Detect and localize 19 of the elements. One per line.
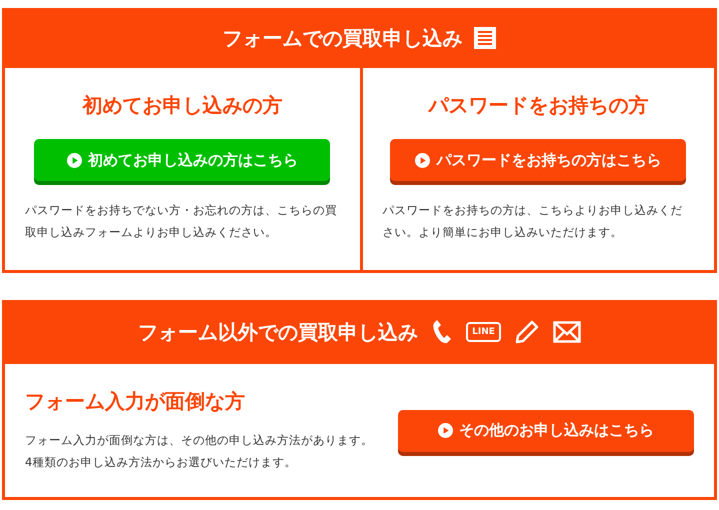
apply-button[interactable]: その他のお申し込みはこちら <box>398 410 694 452</box>
card-heading: 初めてお申し込みの方 <box>82 92 282 119</box>
card-description: パスワードをお持ちでない方・お忘れの方は、こちらの買取申し込みフォームよりお申し込みください。 <box>25 202 338 241</box>
section-title: フォーム以外での買取申し込み <box>138 318 418 346</box>
document-icon <box>472 26 496 50</box>
card-description: フォーム入力が面倒な方は、その他の申し込み方法があります。 4種類のお申し込み方法からお選びいただけます。 <box>25 432 373 471</box>
envelope-icon <box>552 321 581 343</box>
pencil-icon <box>514 320 539 344</box>
card-description: パスワードをお持ちの方は、こちらよりお申し込みください。より簡単にお申し込みいただけます。 <box>382 202 684 241</box>
phone-icon <box>432 319 452 345</box>
card-heading: フォーム入力が面倒な方 <box>25 388 246 415</box>
play-icon <box>415 152 430 168</box>
play-icon <box>66 152 82 168</box>
section-title: フォームでの買取申し込み <box>222 24 462 52</box>
apply-button[interactable]: 初めてお申し込みの方はこちら <box>34 139 330 181</box>
line-badge: LINE <box>466 322 501 342</box>
play-icon <box>438 423 453 438</box>
apply-button[interactable]: パスワードをお持ちの方はこちら <box>390 139 686 181</box>
card-heading: パスワードをお持ちの方 <box>428 92 648 119</box>
